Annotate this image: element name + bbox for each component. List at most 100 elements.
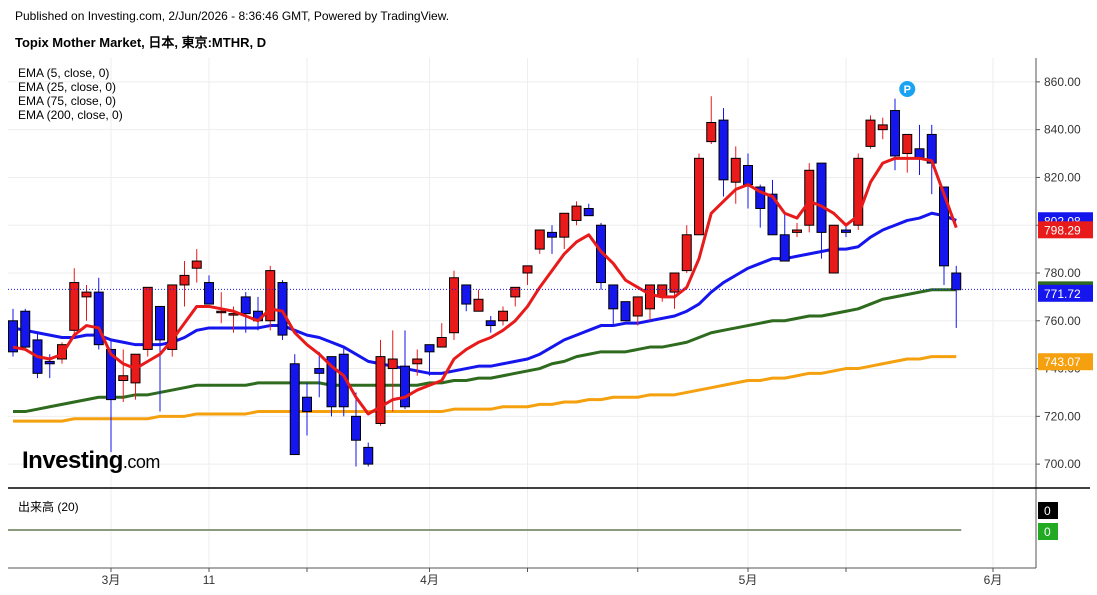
candle <box>69 268 80 336</box>
candle-body <box>522 265 533 274</box>
candle <box>485 316 496 333</box>
candle <box>694 153 704 236</box>
legend-ema5[interactable]: EMA (5, close, 0) <box>18 66 123 80</box>
candle-body <box>816 162 827 233</box>
candle-body <box>877 124 888 131</box>
x-tick-label: 5月 <box>739 573 758 587</box>
candle-body <box>289 363 300 456</box>
candle-body <box>559 212 570 238</box>
candle-body <box>20 310 31 348</box>
logo-suffix: .com <box>122 452 161 472</box>
candle-body <box>865 119 876 147</box>
candle-body <box>510 286 521 298</box>
indicator-legend: EMA (5, close, 0) EMA (25, close, 0) EMA… <box>18 66 123 122</box>
y-tick-label: 820.00 <box>1044 170 1081 184</box>
candle-body <box>302 396 312 413</box>
candle-body <box>424 344 435 353</box>
candle-body <box>485 320 496 327</box>
candle <box>657 284 668 302</box>
candle-body <box>142 286 153 350</box>
candle <box>302 382 312 436</box>
legend-ema25[interactable]: EMA (25, close, 0) <box>18 80 123 94</box>
candle-body <box>155 305 165 341</box>
candle <box>559 212 570 250</box>
ema75-line <box>13 288 957 414</box>
candle <box>804 163 815 233</box>
candle-body <box>632 296 643 317</box>
candle-body <box>449 277 459 334</box>
logo-text: Investing <box>22 447 123 474</box>
candle-body <box>890 110 900 157</box>
candle <box>265 265 276 331</box>
volume-badge: 0 <box>1044 504 1051 518</box>
candle <box>583 203 594 217</box>
candle <box>828 224 839 274</box>
candle-body <box>951 272 962 291</box>
candle-body <box>608 284 619 310</box>
candle-body <box>118 375 129 382</box>
candle <box>81 284 92 321</box>
candle <box>498 306 508 326</box>
candle-body <box>718 119 729 181</box>
candle-body <box>314 368 325 374</box>
candle-body <box>461 284 472 305</box>
candle-body <box>792 229 802 233</box>
candle <box>620 301 631 322</box>
volume-badge: 0 <box>1044 525 1051 539</box>
legend-ema75[interactable]: EMA (75, close, 0) <box>18 94 123 108</box>
candle <box>130 353 141 400</box>
candle-body <box>81 291 92 298</box>
candle-body <box>179 274 190 286</box>
candle-body <box>473 298 484 312</box>
candle <box>608 284 619 326</box>
candle <box>645 284 655 321</box>
x-tick-label: 11 <box>203 573 216 587</box>
candle <box>155 305 165 412</box>
y-tick-label: 840.00 <box>1044 123 1081 137</box>
candle-body <box>841 229 851 233</box>
marker-label: P <box>904 84 911 96</box>
candle-body <box>498 310 508 322</box>
candle-body <box>534 229 545 250</box>
candle <box>877 117 888 140</box>
candle <box>816 162 827 259</box>
candle <box>730 146 741 204</box>
candle <box>865 115 876 149</box>
candle-body <box>375 356 386 424</box>
candle <box>767 179 778 236</box>
price-label: 743.07 <box>1044 355 1081 369</box>
volume-label: 出来高 (20) <box>18 500 79 514</box>
candle-body <box>571 205 582 221</box>
candle <box>841 225 851 238</box>
y-tick-label: 720.00 <box>1044 409 1081 423</box>
investing-logo: Investing.com <box>22 447 160 475</box>
candle <box>8 308 18 357</box>
candle <box>571 201 582 226</box>
candle <box>118 349 129 402</box>
candle <box>951 265 962 328</box>
candle-body <box>743 165 753 186</box>
price-label: 771.72 <box>1044 287 1081 301</box>
candle-body <box>804 169 815 226</box>
candle <box>289 354 300 456</box>
legend-ema200[interactable]: EMA (200, close, 0) <box>18 108 123 122</box>
candle <box>20 308 31 350</box>
candle <box>914 124 925 176</box>
y-tick-label: 780.00 <box>1044 266 1081 280</box>
candle <box>375 339 386 426</box>
candle-body <box>412 358 423 365</box>
candle-body <box>44 360 55 365</box>
candle-body <box>547 231 557 238</box>
candle-body <box>583 208 594 217</box>
candle-body <box>620 301 631 322</box>
candle <box>461 284 472 312</box>
price-label: 798.29 <box>1044 223 1081 237</box>
candle-body <box>351 415 361 441</box>
candle <box>253 296 263 331</box>
ema25-line <box>12 211 957 375</box>
price-chart[interactable]: 700.00720.00740.00760.00780.00800.00820.… <box>0 0 1097 595</box>
candle <box>681 225 692 273</box>
candle-body <box>240 296 251 315</box>
x-tick-label: 6月 <box>984 573 1003 587</box>
candle-body <box>779 234 790 262</box>
